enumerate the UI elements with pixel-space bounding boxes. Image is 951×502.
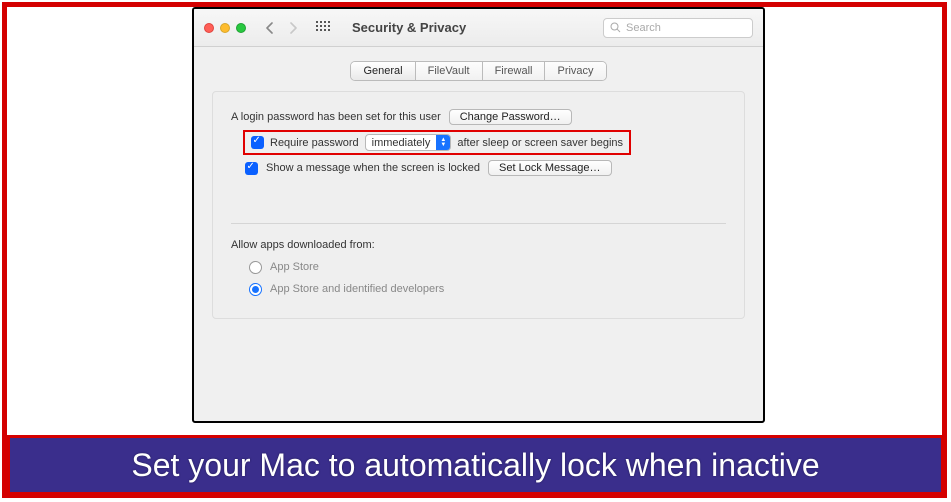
login-password-text: A login password has been set for this u… (231, 111, 441, 123)
password-delay-dropdown[interactable]: immediately ▲▼ (365, 134, 452, 151)
change-password-button[interactable]: Change Password… (449, 109, 572, 125)
divider (231, 223, 726, 224)
show-lock-message-label: Show a message when the screen is locked (266, 162, 480, 174)
set-lock-message-button[interactable]: Set Lock Message… (488, 160, 612, 176)
search-icon (610, 22, 621, 33)
search-input[interactable]: Search (603, 18, 753, 38)
back-button[interactable] (258, 18, 280, 38)
after-sleep-text: after sleep or screen saver begins (457, 137, 623, 149)
window-toolbar: Security & Privacy Search (194, 9, 763, 47)
show-lock-message-checkbox[interactable] (245, 162, 258, 175)
tab-firewall[interactable]: Firewall (483, 62, 546, 80)
require-password-label: Require password (270, 137, 359, 149)
zoom-icon[interactable] (236, 23, 246, 33)
identified-developers-radio[interactable] (249, 283, 262, 296)
general-pane: A login password has been set for this u… (212, 91, 745, 319)
traffic-lights (204, 23, 246, 33)
tab-bar: General FileVault Firewall Privacy (194, 47, 763, 91)
require-password-checkbox[interactable] (251, 136, 264, 149)
require-password-highlight: Require password immediately ▲▼ after sl… (243, 130, 631, 155)
tab-general[interactable]: General (351, 62, 415, 80)
minimize-icon[interactable] (220, 23, 230, 33)
preferences-window: Security & Privacy Search General FileVa… (192, 7, 765, 423)
app-store-label: App Store (270, 261, 319, 273)
allow-apps-heading: Allow apps downloaded from: (231, 239, 375, 251)
search-placeholder: Search (626, 22, 661, 34)
forward-button[interactable] (282, 18, 304, 38)
nav-buttons (258, 18, 304, 38)
tab-filevault[interactable]: FileVault (416, 62, 483, 80)
chevron-updown-icon: ▲▼ (436, 135, 450, 150)
password-delay-value: immediately (366, 137, 437, 149)
show-all-icon[interactable] (316, 21, 336, 35)
identified-developers-label: App Store and identified developers (270, 283, 444, 295)
tutorial-caption: Set your Mac to automatically lock when … (7, 435, 944, 495)
caption-text: Set your Mac to automatically lock when … (131, 447, 819, 484)
app-store-radio[interactable] (249, 261, 262, 274)
window-title: Security & Privacy (352, 20, 466, 35)
close-icon[interactable] (204, 23, 214, 33)
tab-privacy[interactable]: Privacy (545, 62, 605, 80)
